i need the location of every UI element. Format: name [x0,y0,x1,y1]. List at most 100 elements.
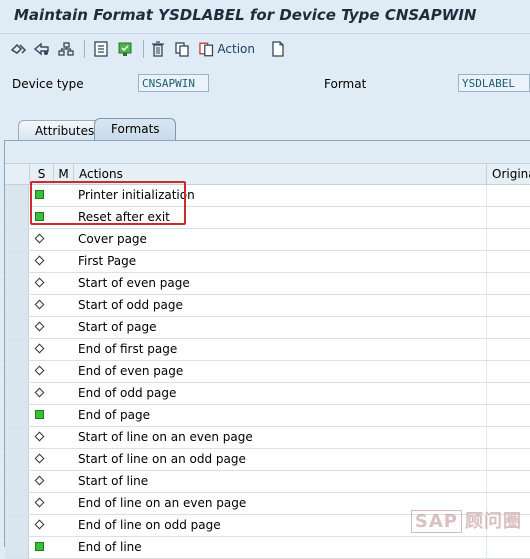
status-green-icon [35,212,44,221]
original-cell [486,251,530,272]
status-empty-icon [34,299,45,310]
header-fields: Device type CNSAPWIN Format YSDLABEL [0,64,530,114]
delete-icon [152,41,164,57]
display-change-button[interactable] [10,39,28,59]
hierarchy-button[interactable] [57,39,75,59]
table-row[interactable]: Start of even page [5,273,530,295]
status-empty-icon [34,497,45,508]
status-cell [29,471,53,492]
table-row[interactable]: Start of line on an odd page [5,449,530,471]
action-cell[interactable]: First Page [73,251,486,272]
row-selector[interactable] [5,493,29,514]
row-selector[interactable] [5,449,29,470]
activate-icon [118,42,132,56]
action-cell[interactable]: Start of page [73,317,486,338]
column-header-actions[interactable]: Actions [73,164,486,184]
original-cell [486,449,530,470]
table-row[interactable]: Cover page [5,229,530,251]
column-header-s[interactable]: S [29,164,53,184]
row-selector[interactable] [5,471,29,492]
status-cell [29,185,53,206]
status-empty-icon [34,343,45,354]
action-icon [199,42,214,57]
table-row[interactable]: End of odd page [5,383,530,405]
action-cell[interactable]: Printer initialization [73,185,486,206]
column-header-m[interactable]: M [53,164,73,184]
row-selector[interactable] [5,317,29,338]
actions-table: S M Actions Origina Printer initializati… [5,163,530,559]
row-selector[interactable] [5,273,29,294]
table-row[interactable]: Start of page [5,317,530,339]
delete-button[interactable] [150,39,166,59]
status-cell [29,383,53,404]
action-cell[interactable]: Start of odd page [73,295,486,316]
original-cell [486,339,530,360]
table-row[interactable]: Start of line [5,471,530,493]
table-row[interactable]: First Page [5,251,530,273]
original-cell [486,405,530,426]
action-cell[interactable]: Start of even page [73,273,486,294]
row-selector[interactable] [5,295,29,316]
new-page-button[interactable] [270,39,286,59]
table-row[interactable]: End of line [5,537,530,559]
table-header: S M Actions Origina [5,163,530,185]
row-selector[interactable] [5,339,29,360]
row-selector[interactable] [5,405,29,426]
action-cell[interactable]: End of line [73,537,486,558]
table-row[interactable]: End of even page [5,361,530,383]
activate-button[interactable] [116,39,134,59]
status-cell [29,339,53,360]
table-row[interactable]: End of first page [5,339,530,361]
table-row[interactable]: Printer initialization [5,185,530,207]
action-cell[interactable]: Reset after exit [73,207,486,228]
action-cell[interactable]: End of first page [73,339,486,360]
status-green-icon [35,410,44,419]
status-cell [29,295,53,316]
action-button-label: Action [217,42,255,56]
tab-strip: Attributes Formats [0,114,530,140]
column-header-original[interactable]: Origina [486,164,530,184]
row-selector[interactable] [5,537,29,558]
original-cell [486,471,530,492]
tab-formats[interactable]: Formats [94,118,176,140]
copy-button[interactable] [173,39,191,59]
mark-cell [53,449,73,470]
status-cell [29,405,53,426]
device-type-label: Device type [12,77,84,91]
status-cell [29,207,53,228]
action-cell[interactable]: Start of line on an even page [73,427,486,448]
action-cell[interactable]: Start of line on an odd page [73,449,486,470]
row-selector[interactable] [5,383,29,404]
action-cell[interactable]: Cover page [73,229,486,250]
row-selector[interactable] [5,515,29,536]
format-field[interactable]: YSDLABEL [458,74,530,92]
other-object-button[interactable] [33,39,51,59]
action-cell[interactable]: End of odd page [73,383,486,404]
action-cell[interactable]: End of page [73,405,486,426]
row-selector[interactable] [5,185,29,206]
row-selector[interactable] [5,251,29,272]
watermark-brand: SAP [410,510,462,533]
select-all-cell[interactable] [5,164,29,184]
status-empty-icon [34,321,45,332]
mark-cell [53,229,73,250]
row-selector[interactable] [5,361,29,382]
mark-cell [53,295,73,316]
table-row[interactable]: End of page [5,405,530,427]
row-selector[interactable] [5,427,29,448]
row-selector[interactable] [5,207,29,228]
status-cell [29,537,53,558]
document-list-button[interactable] [92,39,110,59]
table-row[interactable]: Start of odd page [5,295,530,317]
action-cell[interactable]: End of even page [73,361,486,382]
status-cell [29,251,53,272]
action-cell[interactable]: Start of line [73,471,486,492]
table-row[interactable]: Start of line on an even page [5,427,530,449]
device-type-field[interactable]: CNSAPWIN [138,74,209,92]
table-row[interactable]: Reset after exit [5,207,530,229]
tab-attributes[interactable]: Attributes [18,120,100,140]
row-selector[interactable] [5,229,29,250]
status-empty-icon [34,387,45,398]
table-body: Printer initialization Reset after exit Co… [5,185,530,559]
action-button[interactable]: Action [199,39,255,59]
